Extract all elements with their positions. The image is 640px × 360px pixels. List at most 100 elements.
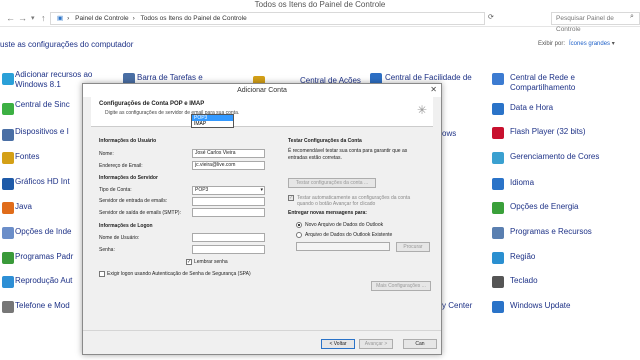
control-panel-item[interactable]: Teclado <box>510 276 538 286</box>
control-panel-item[interactable]: y Center <box>442 301 472 311</box>
logon-info-section: Informações de Logon <box>99 223 153 229</box>
account-type-label: Tipo de Conta: <box>99 187 132 193</box>
control-panel-item[interactable]: Programas Padr <box>15 252 73 262</box>
breadcrumb-all-items[interactable]: Todos os Itens do Painel de Controle <box>141 15 247 22</box>
control-panel-item[interactable]: Programas e Recursos <box>510 227 592 237</box>
dialog-header-title: Configurações de Conta POP e IMAP <box>99 101 205 107</box>
next-button[interactable]: Avançar > <box>359 339 393 349</box>
control-panel-item[interactable]: ows <box>442 129 456 139</box>
control-panel-item[interactable]: Fontes <box>15 152 39 162</box>
close-icon[interactable]: ✕ <box>430 85 437 94</box>
control-panel-item[interactable]: Opções de Energia <box>510 202 579 212</box>
chevron-down-icon[interactable]: ▾ <box>612 41 615 47</box>
breadcrumb-separator: › <box>132 15 135 22</box>
programs-icon <box>2 252 14 264</box>
auto-test-label: Testar automaticamente as configurações … <box>297 195 411 207</box>
refresh-icon[interactable]: ⟳ <box>488 13 494 21</box>
page-heading: uste as configurações do computador <box>0 40 134 49</box>
outgoing-server-label: Servidor de saída de emails (SMTP): <box>99 210 181 216</box>
username-field[interactable] <box>192 233 265 242</box>
control-panel-item[interactable]: Data e Hora <box>510 103 553 113</box>
graphics-icon <box>2 178 14 190</box>
spa-checkbox[interactable] <box>99 271 105 277</box>
control-panel-item[interactable]: Idioma <box>510 178 534 188</box>
control-panel-item[interactable]: Barra de Tarefas e <box>137 73 203 83</box>
back-button[interactable]: < Voltar <box>321 339 355 349</box>
incoming-server-field[interactable] <box>192 197 265 206</box>
control-panel-item[interactable]: Gráficos HD Int <box>15 177 70 187</box>
back-arrow-icon[interactable]: ← <box>6 13 15 23</box>
cursor-sparkle-icon: ✳ <box>417 103 428 117</box>
deliver-section: Entregar novas mensagens para: <box>288 210 367 216</box>
phone-icon <box>2 301 14 313</box>
cancel-button[interactable]: Can <box>403 339 437 349</box>
password-label: Senha: <box>99 247 115 253</box>
account-type-value: POP3 <box>195 187 209 193</box>
control-panel-item[interactable]: Opções de Inde <box>15 227 71 237</box>
email-label: Endereço de Email: <box>99 163 143 169</box>
windows-icon <box>2 73 14 85</box>
control-panel-item[interactable]: Windows Update <box>510 301 570 311</box>
account-type-select[interactable]: POP3 ▾ <box>192 186 265 195</box>
recent-chevron-icon[interactable]: ▾ <box>31 14 35 22</box>
programs-features-icon <box>492 227 504 239</box>
username-label: Nome de Usuário: <box>99 235 140 241</box>
breadcrumb-separator: › <box>67 15 70 22</box>
control-panel-icon: ▣ <box>57 15 64 22</box>
test-settings-button[interactable]: Testar configurações da conta ... <box>288 178 376 188</box>
flash-icon <box>492 127 504 139</box>
fonts-icon <box>2 152 14 164</box>
window-title: Todos os Itens do Painel de Controle <box>0 0 640 10</box>
clock-icon <box>492 103 504 115</box>
view-by-dropdown[interactable]: Ícones grandes <box>569 41 610 47</box>
power-icon <box>492 202 504 214</box>
add-account-dialog: Adicionar Conta ✕ Configurações de Conta… <box>82 83 442 355</box>
view-by: Exibir por: Ícones grandes ▾ <box>538 40 615 47</box>
control-panel-item[interactable]: Central de Rede e Compartilhamento <box>510 73 620 93</box>
existing-data-file-radio[interactable] <box>296 232 302 238</box>
name-label: Nome: <box>99 151 114 157</box>
data-file-path-field[interactable] <box>296 242 390 251</box>
control-panel-item[interactable]: Reprodução Aut <box>15 276 72 286</box>
language-icon <box>492 178 504 190</box>
option-imap[interactable]: IMAP <box>192 121 233 127</box>
view-by-label: Exibir por: <box>538 41 566 47</box>
search-icon: ⌕ <box>630 13 634 20</box>
auto-test-checkbox[interactable]: ✓ <box>288 195 294 201</box>
new-data-file-label: Novo Arquivo de Dados do Outlook <box>305 222 384 228</box>
up-arrow-icon[interactable]: ↑ <box>41 13 46 23</box>
divider <box>83 330 441 331</box>
breadcrumb-control-panel[interactable]: Painel de Controle <box>75 15 128 22</box>
remember-password-label: Lembrar senha <box>194 259 228 265</box>
search-input[interactable]: Pesquisar Painel de Controle <box>551 12 640 33</box>
server-info-section: Informações do Servidor <box>99 175 158 181</box>
password-field[interactable] <box>192 245 265 254</box>
devices-icon <box>2 129 14 141</box>
incoming-server-label: Servidor de entrada de emails: <box>99 198 168 204</box>
test-description: É recomendável testar sua conta para gar… <box>288 148 408 161</box>
autoplay-icon <box>2 276 14 288</box>
email-field[interactable]: jc.vieira@live.com <box>192 161 265 170</box>
control-panel-item[interactable]: Central de Sinc <box>15 100 70 110</box>
dialog-title: Adicionar Conta <box>83 84 441 97</box>
name-field[interactable]: José Carlos Vieira <box>192 149 265 158</box>
spa-label: Exigir logon usando Autenticação de Senh… <box>107 271 251 277</box>
chevron-down-icon[interactable]: ▾ <box>260 187 263 194</box>
control-panel-item[interactable]: Dispositivos e I <box>15 127 69 137</box>
account-type-dropdown-list: POP3 IMAP <box>191 114 234 128</box>
sync-icon <box>2 103 14 115</box>
address-bar[interactable]: ▣ › Painel de Controle › Todos os Itens do… <box>50 12 485 25</box>
browse-button[interactable]: Procurar <box>396 242 430 252</box>
remember-password-checkbox[interactable]: ✓ <box>186 259 192 265</box>
control-panel-item[interactable]: Flash Player (32 bits) <box>510 127 586 137</box>
dialog-header: Configurações de Conta POP e IMAP Digite… <box>91 97 433 127</box>
more-settings-button[interactable]: Mais Configurações ... <box>371 281 431 291</box>
control-panel-item[interactable]: Região <box>510 252 535 262</box>
new-data-file-radio[interactable] <box>296 222 302 228</box>
keyboard-icon <box>492 276 504 288</box>
forward-arrow-icon[interactable]: → <box>18 13 27 23</box>
control-panel-item[interactable]: Gerenciamento de Cores <box>510 152 599 162</box>
control-panel-item[interactable]: Telefone e Mod <box>15 301 70 311</box>
outgoing-server-field[interactable] <box>192 208 265 217</box>
control-panel-item[interactable]: Java <box>15 202 32 212</box>
